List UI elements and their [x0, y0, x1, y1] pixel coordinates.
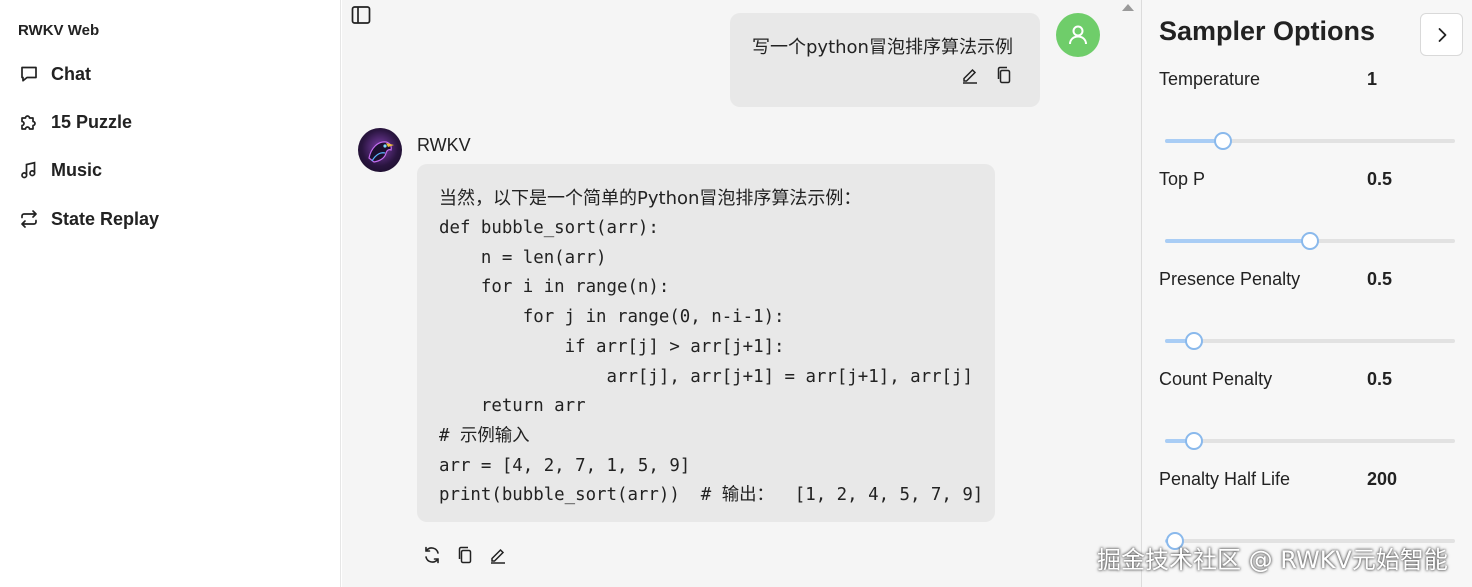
code-line: return arr	[439, 396, 586, 417]
pencil-icon	[491, 548, 505, 564]
code-line: # 示例输入	[439, 425, 530, 446]
slider-thumb[interactable]	[1185, 332, 1203, 350]
top-p-value: 0.5	[1367, 169, 1393, 189]
sidebar-panel-icon	[351, 6, 371, 24]
regenerate-button[interactable]	[422, 545, 442, 565]
user-message-text: 写一个python冒泡排序算法示例	[752, 37, 1013, 58]
sidebar-item-label: Music	[51, 159, 103, 180]
edit-message-button[interactable]	[960, 65, 980, 85]
music-note-icon	[18, 160, 39, 181]
sidebar-item-chat[interactable]: Chat	[18, 59, 91, 89]
penalty-half-life-label: Penalty Half Life	[1159, 469, 1291, 489]
raven-logo-icon	[368, 141, 394, 163]
bot-message-bubble: 当然，以下是一个简单的Python冒泡排序算法示例： def bubble_so…	[417, 164, 995, 522]
chat-bubble-icon	[18, 64, 39, 85]
penalty-half-life-value: 200	[1367, 469, 1398, 489]
code-line: for j in range(0, n-i-1):	[439, 307, 785, 328]
code-line: arr[j], arr[j+1] = arr[j+1], arr[j]	[439, 366, 973, 387]
slider-thumb[interactable]	[1301, 232, 1319, 250]
copy-response-button[interactable]	[455, 545, 475, 565]
copy-icon	[458, 546, 472, 564]
count-penalty-value: 0.5	[1367, 369, 1393, 389]
slider-thumb[interactable]	[1185, 432, 1203, 450]
top-p-slider[interactable]	[1165, 231, 1455, 251]
sidebar-item-music[interactable]: Music	[18, 155, 102, 185]
sidebar-item-label: Chat	[51, 63, 91, 84]
code-line: n = len(arr)	[439, 247, 607, 268]
bot-avatar	[358, 128, 402, 172]
sidebar-toggle-button[interactable]	[350, 4, 374, 28]
presence-penalty-label: Presence Penalty	[1159, 269, 1301, 289]
edit-response-button[interactable]	[488, 545, 508, 565]
copy-message-button[interactable]	[994, 65, 1014, 85]
presence-penalty-value: 0.5	[1367, 269, 1393, 289]
scroll-up-arrow-icon[interactable]	[1122, 4, 1134, 11]
chevron-right-icon	[1438, 27, 1446, 42]
refresh-icon	[425, 546, 439, 564]
person-icon	[1069, 25, 1087, 45]
code-line: if arr[j] > arr[j+1]:	[439, 336, 785, 357]
chat-scrollbar[interactable]	[1116, 0, 1141, 587]
arrows-swap-icon	[18, 209, 39, 230]
puzzle-icon	[18, 112, 39, 133]
bot-intro-text: 当然，以下是一个简单的Python冒泡排序算法示例：	[439, 188, 862, 209]
temperature-slider[interactable]	[1165, 131, 1455, 151]
sampler-options-panel: Sampler Options Temperature 1 Top P 0.5 …	[1141, 0, 1472, 587]
count-penalty-slider[interactable]	[1165, 431, 1455, 451]
user-message-bubble: 写一个python冒泡排序算法示例	[730, 13, 1040, 107]
bot-message-actions	[422, 545, 508, 565]
code-block: def bubble_sort(arr): n = len(arr) for i…	[439, 214, 984, 511]
code-line: print(bubble_sort(arr)) # 输出： [1, 2, 4, …	[439, 485, 984, 506]
sidebar-item-label: State Replay	[51, 208, 160, 229]
panel-title: Sampler Options	[1159, 16, 1376, 46]
slider-thumb[interactable]	[1214, 132, 1232, 150]
sidebar: RWKV Web Chat 15 Puzzle Music State Repl…	[0, 0, 341, 587]
app-title: RWKV Web	[18, 22, 100, 39]
code-line: arr = [4, 2, 7, 1, 5, 9]	[439, 455, 691, 476]
bot-name: RWKV	[417, 135, 471, 155]
presence-penalty-slider[interactable]	[1165, 331, 1455, 351]
code-line: for i in range(n):	[439, 277, 670, 298]
copy-icon	[997, 66, 1011, 84]
top-p-label: Top P	[1159, 169, 1206, 189]
code-line: def bubble_sort(arr):	[439, 218, 659, 238]
temperature-value: 1	[1367, 69, 1378, 89]
pencil-icon	[963, 68, 977, 84]
watermark: 掘金技术社区 @ RWKV元始智能	[1097, 546, 1448, 574]
temperature-label: Temperature	[1159, 69, 1261, 89]
sidebar-item-state-replay[interactable]: State Replay	[18, 204, 159, 234]
collapse-panel-button[interactable]	[1420, 13, 1463, 56]
user-avatar	[1056, 13, 1100, 57]
user-message-actions	[960, 65, 1014, 85]
sidebar-item-15-puzzle[interactable]: 15 Puzzle	[18, 107, 132, 137]
count-penalty-label: Count Penalty	[1159, 369, 1273, 389]
sidebar-item-label: 15 Puzzle	[51, 111, 133, 132]
chat-area: 写一个python冒泡排序算法示例 RWKV 当然，以下是一个简单的Python…	[342, 0, 1116, 587]
